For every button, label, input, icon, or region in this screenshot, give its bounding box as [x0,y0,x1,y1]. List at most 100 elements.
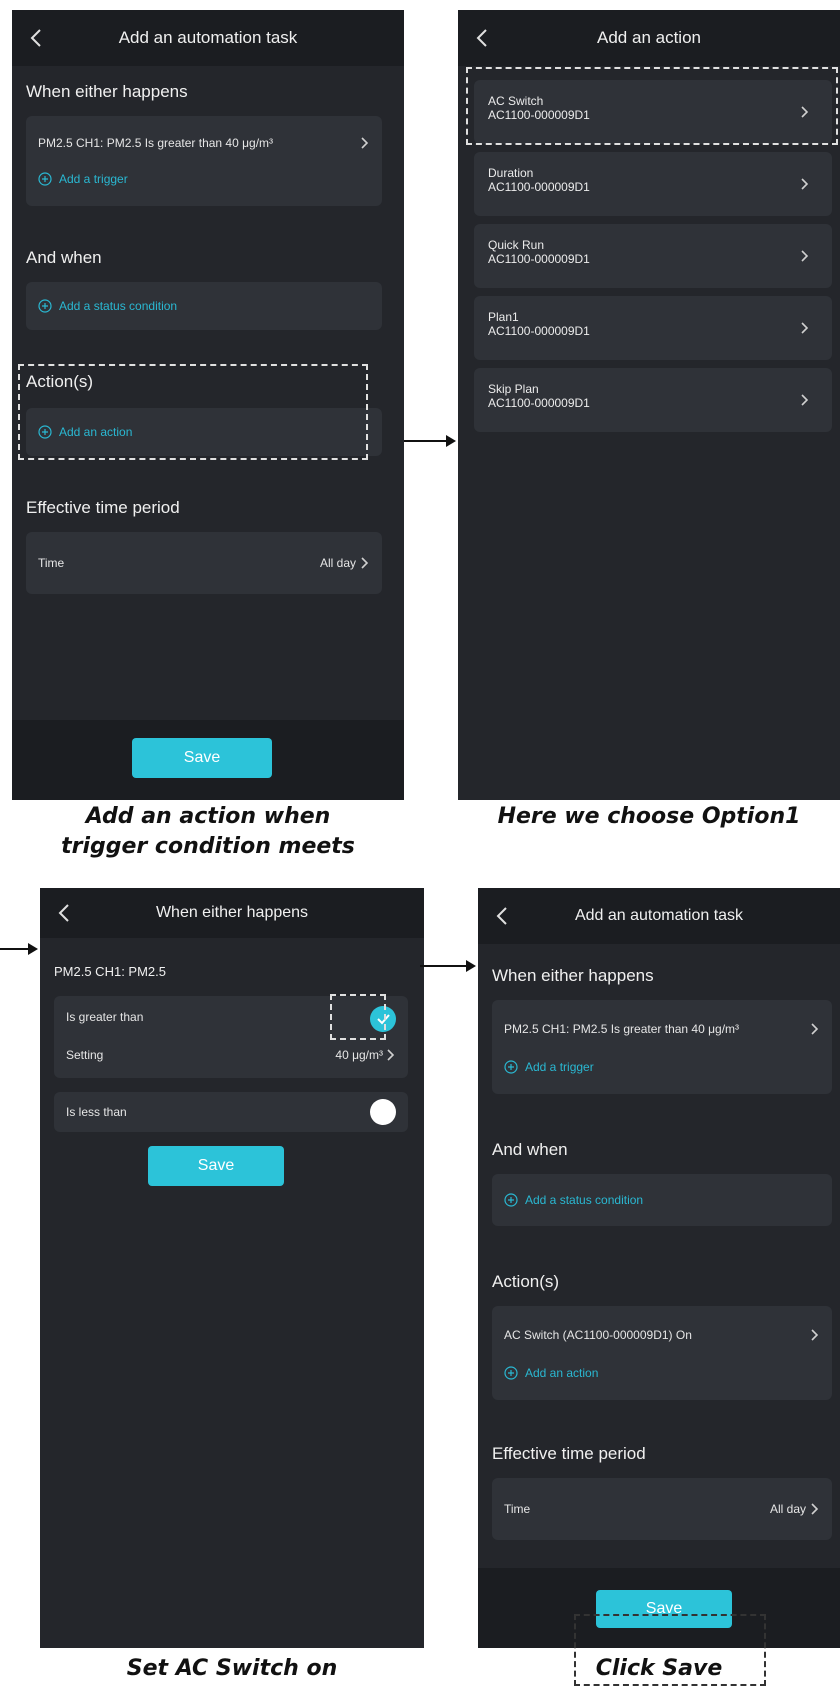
action-item-name: Plan1 [488,310,519,324]
chevron-left-icon[interactable] [26,26,48,50]
chevron-right-icon [387,1049,395,1061]
plus-circle-icon [38,172,52,186]
less-than-row[interactable]: Is less than [66,1105,396,1119]
trigger-row[interactable]: PM2.5 CH1: PM2.5 Is greater than 40 μg/m… [504,1022,820,1036]
add-trigger-label: Add a trigger [525,1060,594,1074]
section-when-either-happens: When either happens [26,82,188,101]
plus-circle-icon [38,299,52,313]
chevron-left-icon[interactable] [472,26,494,50]
action-item[interactable]: Quick Run AC1100-000009D1 [474,224,832,288]
page-title: Add an action [597,28,701,47]
chevron-right-icon [811,1023,819,1035]
plus-circle-icon [504,1193,518,1207]
time-value: All day [319,556,356,570]
chevron-right-icon [361,137,369,149]
header: Add an action [458,10,840,66]
plus-circle-icon [504,1060,518,1074]
section-actions: Action(s) [492,1272,560,1291]
add-status-label: Add a status condition [59,299,178,313]
screen-add-automation-task-final: Add an automation task When either happe… [478,888,840,1648]
header: When either happens [40,888,424,938]
action-item-id: AC1100-000009D1 [488,324,590,338]
action-item-id: AC1100-000009D1 [488,396,590,410]
add-trigger-label: Add a trigger [59,172,128,186]
page-title: When either happens [155,904,309,921]
action-text: AC Switch (AC1100-000009D1) On [504,1328,692,1342]
add-status-condition-link[interactable]: Add a status condition [504,1193,643,1207]
save-button[interactable]: Save [132,738,272,778]
action-item-name: Duration [488,166,534,180]
chevron-right-icon [361,557,369,569]
action-item-text: Plan1 AC1100-000009D1 [488,310,590,338]
time-label: Time [38,556,65,570]
time-row[interactable]: Time All day [504,1502,820,1516]
time-card: Time All day [492,1478,832,1540]
caption-step-1-line-1: Add an action when [85,804,331,829]
trigger-card: PM2.5 CH1: PM2.5 Is greater than 40 μg/m… [26,116,382,206]
header: Add an automation task [12,10,404,66]
screen-add-an-action: Add an action AC Switch AC1100-000009D1 … [458,10,840,800]
add-action-link[interactable]: Add an action [504,1366,598,1380]
less-than-toggle[interactable] [370,1099,396,1125]
caption-step-1: Add an action when trigger condition mee… [12,802,404,862]
highlight-actions-box [18,364,368,460]
status-card: Add a status condition [26,282,382,330]
action-row[interactable]: AC Switch (AC1100-000009D1) On [504,1328,820,1342]
caption-step-1-line-2: trigger condition meets [61,834,355,859]
chevron-right-icon [801,250,809,262]
highlight-ac-switch-box [466,67,838,145]
status-card: Add a status condition [492,1174,832,1226]
time-row[interactable]: Time All day [38,556,370,570]
add-trigger-link[interactable]: Add a trigger [504,1060,594,1074]
screen-add-automation-task: Add an automation task When either happe… [12,10,404,800]
arrow-right-icon [420,960,476,972]
time-label: Time [504,1502,531,1516]
chevron-right-icon [801,178,809,190]
trigger-card: PM2.5 CH1: PM2.5 Is greater than 40 μg/m… [492,1000,832,1094]
action-item-id: AC1100-000009D1 [488,252,590,266]
time-value: All day [769,1502,806,1516]
setting-value: 40 μg/m³ [335,1048,383,1062]
screen-when-either-happens: When either happens PM2.5 CH1: PM2.5 Is … [40,888,424,1648]
add-status-label: Add a status condition [525,1193,644,1207]
footer: Save [12,720,404,800]
caption-step-3: Set AC Switch on [126,1656,338,1681]
chevron-left-icon[interactable] [54,901,76,925]
chevron-right-icon [811,1329,819,1341]
chevron-right-icon [801,322,809,334]
less-than-label: Is less than [66,1105,127,1119]
plus-circle-icon [504,1366,518,1380]
section-and-when: And when [492,1140,568,1159]
action-item[interactable]: Duration AC1100-000009D1 [474,152,832,216]
header: Add an automation task [478,888,840,944]
arrow-right-icon [404,435,456,447]
section-when-either-happens: When either happens [492,966,654,985]
action-item[interactable]: Skip Plan AC1100-000009D1 [474,368,832,432]
sensor-label: PM2.5 CH1: PM2.5 [54,964,166,979]
action-item-text: Quick Run AC1100-000009D1 [488,238,590,266]
greater-than-label: Is greater than [66,1010,144,1024]
setting-row[interactable]: Setting 40 μg/m³ [66,1048,396,1062]
page-title: Add an automation task [574,907,744,924]
chevron-left-icon[interactable] [492,904,514,928]
section-effective-time-period: Effective time period [26,498,180,517]
add-action-label: Add an action [525,1366,599,1380]
action-item-id: AC1100-000009D1 [488,180,590,194]
highlight-toggle-box [330,994,386,1040]
caption-step-4: Click Save [595,1656,723,1681]
setting-label: Setting [66,1048,104,1062]
arrow-right-icon [0,943,38,955]
chevron-right-icon [811,1503,819,1515]
add-trigger-link[interactable]: Add a trigger [38,172,128,186]
actions-card: AC Switch (AC1100-000009D1) On Add an ac… [492,1306,832,1400]
action-item-name: Quick Run [488,238,545,252]
save-button[interactable]: Save [148,1146,284,1186]
add-status-condition-link[interactable]: Add a status condition [38,299,177,313]
trigger-row[interactable]: PM2.5 CH1: PM2.5 Is greater than 40 μg/m… [38,136,370,150]
action-item[interactable]: Plan1 AC1100-000009D1 [474,296,832,360]
time-card: Time All day [26,532,382,594]
trigger-text: PM2.5 CH1: PM2.5 Is greater than 40 μg/m… [504,1022,740,1036]
action-item-name: Skip Plan [488,382,539,396]
caption-step-2: Here we choose Option1 [497,804,801,829]
section-effective-time-period: Effective time period [492,1444,646,1463]
